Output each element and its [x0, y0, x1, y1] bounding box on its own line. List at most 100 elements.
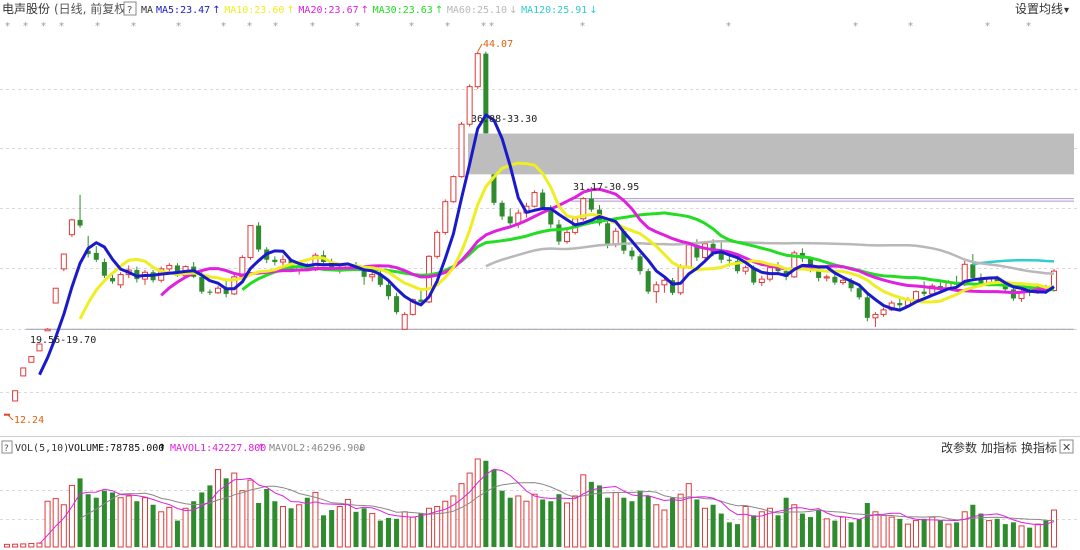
volume-bar-27	[223, 478, 229, 547]
switch-indicator-button[interactable]: 换指标	[1021, 440, 1057, 455]
close-indicator-button[interactable]: ✕	[1059, 439, 1074, 454]
gap-bottom-label: 19.56-19.70	[30, 335, 96, 346]
volume-bar-61	[499, 490, 505, 547]
candle-body-81	[661, 279, 668, 286]
candle-body-49	[401, 313, 408, 330]
candle-body-9	[77, 219, 83, 226]
candle-body-2	[20, 367, 27, 377]
volume-bar-100	[816, 510, 822, 547]
candle-body-58	[474, 53, 481, 88]
volume-bar-48	[394, 518, 400, 547]
volume-bar-93	[758, 511, 765, 548]
candle-body-5	[44, 328, 51, 332]
star-marker-1: *	[23, 21, 28, 32]
ma-legend-item-0: MA5:23.47	[156, 5, 210, 16]
ma-legend-arrow-0: ↑	[212, 5, 220, 16]
star-marker-18: *	[853, 21, 858, 32]
candle-body-26	[215, 287, 222, 294]
candle-body-68	[556, 224, 562, 242]
volume-bar-50	[409, 516, 416, 548]
volume-bar-39	[321, 515, 327, 547]
help-button[interactable]: ?	[123, 1, 137, 16]
candle-body-30	[247, 225, 254, 258]
volume-bar-6	[52, 498, 59, 548]
volume-bar-121	[986, 520, 993, 548]
volume-bar-36	[296, 504, 303, 548]
candle-body-66	[540, 192, 546, 208]
volume-bar-15	[125, 495, 132, 548]
low-price-label: 12.24	[14, 415, 44, 426]
settings-ma-button[interactable]: 设置均线	[1015, 2, 1063, 16]
volume-bar-86	[701, 507, 709, 548]
volume-bar-123	[1002, 524, 1008, 547]
candle-body-45	[369, 274, 376, 278]
volume-bar-13	[109, 492, 116, 547]
volume-bar-111	[904, 523, 911, 548]
volume-bar-18	[150, 504, 156, 547]
ma-legend-arrow-2: ↑	[361, 5, 369, 16]
volume-bar-98	[799, 513, 805, 547]
volume-bar-126	[1027, 527, 1033, 547]
candle-body-48	[394, 296, 400, 313]
volume-bar-60	[491, 469, 497, 547]
candle-body-13	[109, 277, 116, 282]
volume-bar-88	[718, 513, 724, 547]
volume-bar-42	[344, 498, 351, 548]
candle-body-78	[637, 256, 643, 272]
chevron-down-icon[interactable]: ▾	[1064, 5, 1069, 16]
candle-body-54	[442, 201, 449, 233]
star-marker-6: *	[176, 21, 181, 32]
volume-bar-103	[839, 516, 846, 548]
volume-bar-24	[199, 492, 205, 547]
volume-bar-1	[12, 543, 19, 548]
mavol2-value: MAVOL2:46296.900	[269, 443, 365, 454]
volume-bar-114	[929, 516, 936, 548]
candle-body-7	[60, 253, 67, 270]
volume-bar-62	[507, 497, 513, 547]
stock-name: 电声股份	[2, 2, 50, 16]
volume-bar-5	[44, 500, 51, 548]
volume-bar-106	[864, 503, 870, 547]
volume-bar-104	[848, 522, 854, 547]
star-marker-19: *	[908, 21, 913, 32]
candle-body-77	[629, 250, 635, 257]
star-marker-21: *	[1026, 21, 1031, 32]
candle-body-110	[897, 303, 903, 306]
volume-bar-67	[548, 501, 554, 547]
vol-help-button[interactable]: ?	[1, 440, 13, 454]
volume-bar-26	[215, 469, 222, 548]
ma-legend-item-4: MA60:25.10	[447, 5, 507, 16]
volume-bar-25	[207, 485, 213, 547]
volume-bar-65	[531, 493, 538, 548]
volume-bar-14	[117, 497, 124, 548]
candle-body-107	[872, 313, 879, 319]
volume-bar-92	[751, 515, 757, 547]
star-marker-14: *	[481, 21, 486, 32]
volume-bar-96	[783, 497, 789, 547]
volume-bar-3	[28, 542, 35, 548]
volume-bar-97	[791, 504, 798, 548]
candle-body-84	[685, 244, 692, 268]
volume-bar-78	[637, 490, 643, 547]
mavol2-arrow: ↓	[357, 443, 365, 454]
candle-body-93	[758, 278, 765, 284]
volume-bar-56	[458, 483, 465, 548]
add-indicator-button[interactable]: 加指标	[981, 440, 1017, 455]
volume-bar-23	[191, 501, 197, 547]
volume-bar-16	[134, 501, 140, 547]
candle-body-33	[272, 259, 278, 263]
volume-bar-89	[726, 522, 732, 547]
candle-body-72	[588, 198, 594, 210]
candle-body-55	[450, 176, 457, 203]
candle-body-3	[28, 356, 35, 363]
high-pointer-line	[477, 43, 483, 52]
volume-bar-101	[823, 518, 830, 548]
kline-chart[interactable]: 电声股份 (日线, 前复权) ? MA MA5:23.47 ↑ MA10:23.60…	[0, 0, 1080, 550]
volume-bar-87	[710, 504, 716, 547]
volume-bar-37	[304, 497, 310, 547]
ma-legend-item-2: MA20:23.67	[298, 5, 358, 16]
star-marker-12: *	[409, 21, 414, 32]
change-params-button[interactable]: 改参数	[941, 440, 977, 455]
volume-bar-125	[1018, 525, 1025, 548]
star-marker-3: *	[59, 21, 64, 32]
